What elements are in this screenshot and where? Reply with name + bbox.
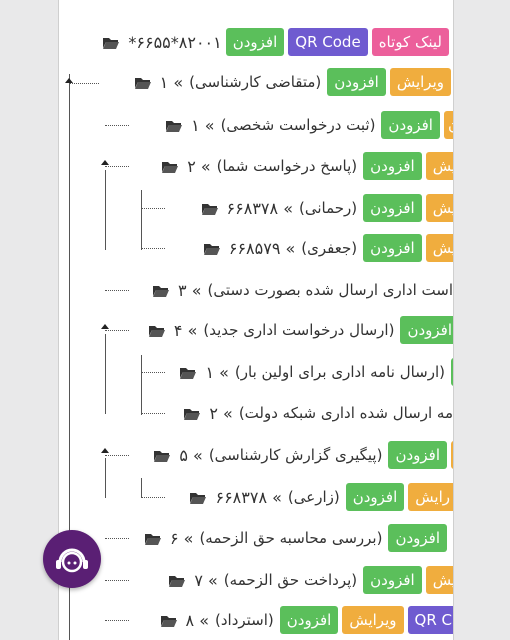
node-number: ۲ « <box>209 403 233 423</box>
folder-open-icon[interactable] <box>201 202 219 215</box>
qr-code-button[interactable]: QR Code <box>288 28 368 56</box>
folder-open-icon[interactable] <box>148 324 166 337</box>
support-fab-button[interactable] <box>43 530 101 588</box>
node-label[interactable]: (جعفری) <box>299 239 359 257</box>
add-button[interactable]: افزودن <box>363 234 422 262</box>
tree-row: یش افزودن (رحمانی) ۶۶۸۳۷۸ « <box>59 190 453 226</box>
node-label[interactable]: (پیگیری گزارش کارشناسی) <box>207 446 385 464</box>
node-label[interactable]: (بررسی محاسبه حق الزحمه) <box>197 529 384 547</box>
tree-row: افزودن (بررسی محاسبه حق الزحمه) ۶ « <box>59 520 453 556</box>
tree-row: است اداری ارسال شده بصورت دستی) ۳ « <box>59 272 453 308</box>
node-label[interactable]: (ثبت درخواست شخصی) <box>219 116 378 134</box>
node-number: ۳ « <box>178 280 202 300</box>
folder-open-icon[interactable] <box>160 614 178 627</box>
edit-button[interactable]: رایش <box>408 483 453 511</box>
qr-code-button[interactable]: QR C <box>407 606 453 634</box>
node-number: ۱ « <box>191 115 215 135</box>
node-number: ۸ « <box>185 610 209 630</box>
node-number: ۴ « <box>173 320 198 340</box>
folder-open-icon[interactable] <box>102 36 120 49</box>
node-label[interactable]: (متقاضی کارشناسی) <box>187 73 323 91</box>
edit-button[interactable]: ویرایش <box>342 606 404 634</box>
add-button[interactable] <box>451 358 453 386</box>
edit-button[interactable]: یش <box>425 194 453 222</box>
node-number: ۱ « <box>205 362 229 382</box>
add-button[interactable]: افزودن <box>225 28 285 56</box>
tree-row: مه ارسال شده اداری شبکه دولت) ۲ « <box>59 395 453 431</box>
folder-open-icon[interactable] <box>161 160 179 173</box>
tree-row: رایش افزودن (زارعی) ۶۶۸۳۷۸ « <box>59 479 453 515</box>
add-button[interactable]: افزودن <box>279 606 339 634</box>
edit-button[interactable]: ن <box>443 111 453 139</box>
folder-open-icon[interactable] <box>144 532 162 545</box>
folder-open-icon[interactable] <box>153 449 171 462</box>
add-button[interactable]: افزودن <box>400 316 453 344</box>
folder-open-icon[interactable] <box>189 491 207 504</box>
add-button[interactable]: افزودن <box>327 68 386 96</box>
node-number: ۶۶۸۳۷۸ « <box>215 487 282 507</box>
node-number: ۵ « <box>179 445 203 465</box>
node-number: ۷ « <box>194 570 218 590</box>
tree-panel: لینک کوتاه QR Code افزودن *۶۶۵۵*۸۲۰۰۱ وی… <box>58 0 454 640</box>
add-button[interactable]: افزودن <box>388 524 447 552</box>
add-button[interactable]: افزودن <box>388 441 447 469</box>
add-button[interactable]: افزودن <box>363 194 422 222</box>
folder-open-icon[interactable] <box>165 119 183 132</box>
edit-button[interactable] <box>451 441 453 469</box>
edit-button[interactable]: یش <box>425 234 453 262</box>
tree-row: (ارسال نامه اداری برای اولین بار) ۱ « <box>59 354 453 390</box>
short-link-button[interactable]: لینک کوتاه <box>371 28 449 56</box>
tree-row: QR C ویرایش افزودن (استرداد) ۸ « <box>59 602 453 638</box>
node-label[interactable]: (پاسخ درخواست شما) <box>215 157 359 175</box>
tree-row-root: لینک کوتاه QR Code افزودن *۶۶۵۵*۸۲۰۰۱ <box>59 24 453 60</box>
tree-row: یش افزودن (پاسخ درخواست شما) ۲ « <box>59 148 453 184</box>
add-button[interactable]: افزودن <box>345 483 405 511</box>
tree-row: یش افزودن (پرداخت حق الزحمه) ۷ « <box>59 562 453 598</box>
edit-button[interactable]: ویرایش <box>389 68 451 96</box>
folder-open-icon[interactable] <box>179 366 197 379</box>
node-label[interactable]: مه ارسال شده اداری شبکه دولت) <box>237 404 453 422</box>
node-number: ۶۶۸۳۷۸ « <box>226 198 293 218</box>
node-number: ۶ « <box>169 528 194 548</box>
node-label[interactable]: (زارعی) <box>286 488 342 506</box>
edit-button[interactable]: یش <box>425 566 453 594</box>
tree-row: افزودن (ارسال درخواست اداری جدید) ۴ « <box>59 312 453 348</box>
tree-row: افزودن (پیگیری گزارش کارشناسی) ۵ « <box>59 437 453 473</box>
folder-open-icon[interactable] <box>183 407 201 420</box>
node-number: ۲ « <box>187 156 211 176</box>
folder-open-icon[interactable] <box>203 242 221 255</box>
node-label[interactable]: (ارسال درخواست اداری جدید) <box>201 321 396 339</box>
folder-open-icon[interactable] <box>168 574 186 587</box>
tree-row: ن افزودن (ثبت درخواست شخصی) ۱ « <box>59 107 453 143</box>
node-number: ۱ « <box>159 72 184 92</box>
add-button[interactable]: افزودن <box>363 566 422 594</box>
tree-row: ویرایش افزودن (متقاضی کارشناسی) ۱ « <box>59 64 453 100</box>
node-label[interactable]: (پرداخت حق الزحمه) <box>222 571 359 589</box>
edit-button[interactable]: یش <box>425 152 453 180</box>
add-button[interactable]: افزودن <box>381 111 440 139</box>
support-headset-icon <box>56 548 88 573</box>
node-label[interactable]: (ارسال نامه اداری برای اولین بار) <box>233 363 447 381</box>
folder-open-icon[interactable] <box>134 76 152 89</box>
root-code: *۶۶۵۵*۸۲۰۰۱ <box>128 32 222 52</box>
node-label[interactable]: (رحمانی) <box>297 199 359 217</box>
folder-open-icon[interactable] <box>152 284 170 297</box>
tree-row: یش افزودن (جعفری) ۶۶۸۵۷۹ « <box>59 230 453 266</box>
node-label[interactable]: است اداری ارسال شده بصورت دستی) <box>206 281 453 299</box>
add-button[interactable]: افزودن <box>363 152 422 180</box>
node-number: ۶۶۸۵۷۹ « <box>228 238 296 258</box>
node-label[interactable]: (استرداد) <box>213 611 276 629</box>
